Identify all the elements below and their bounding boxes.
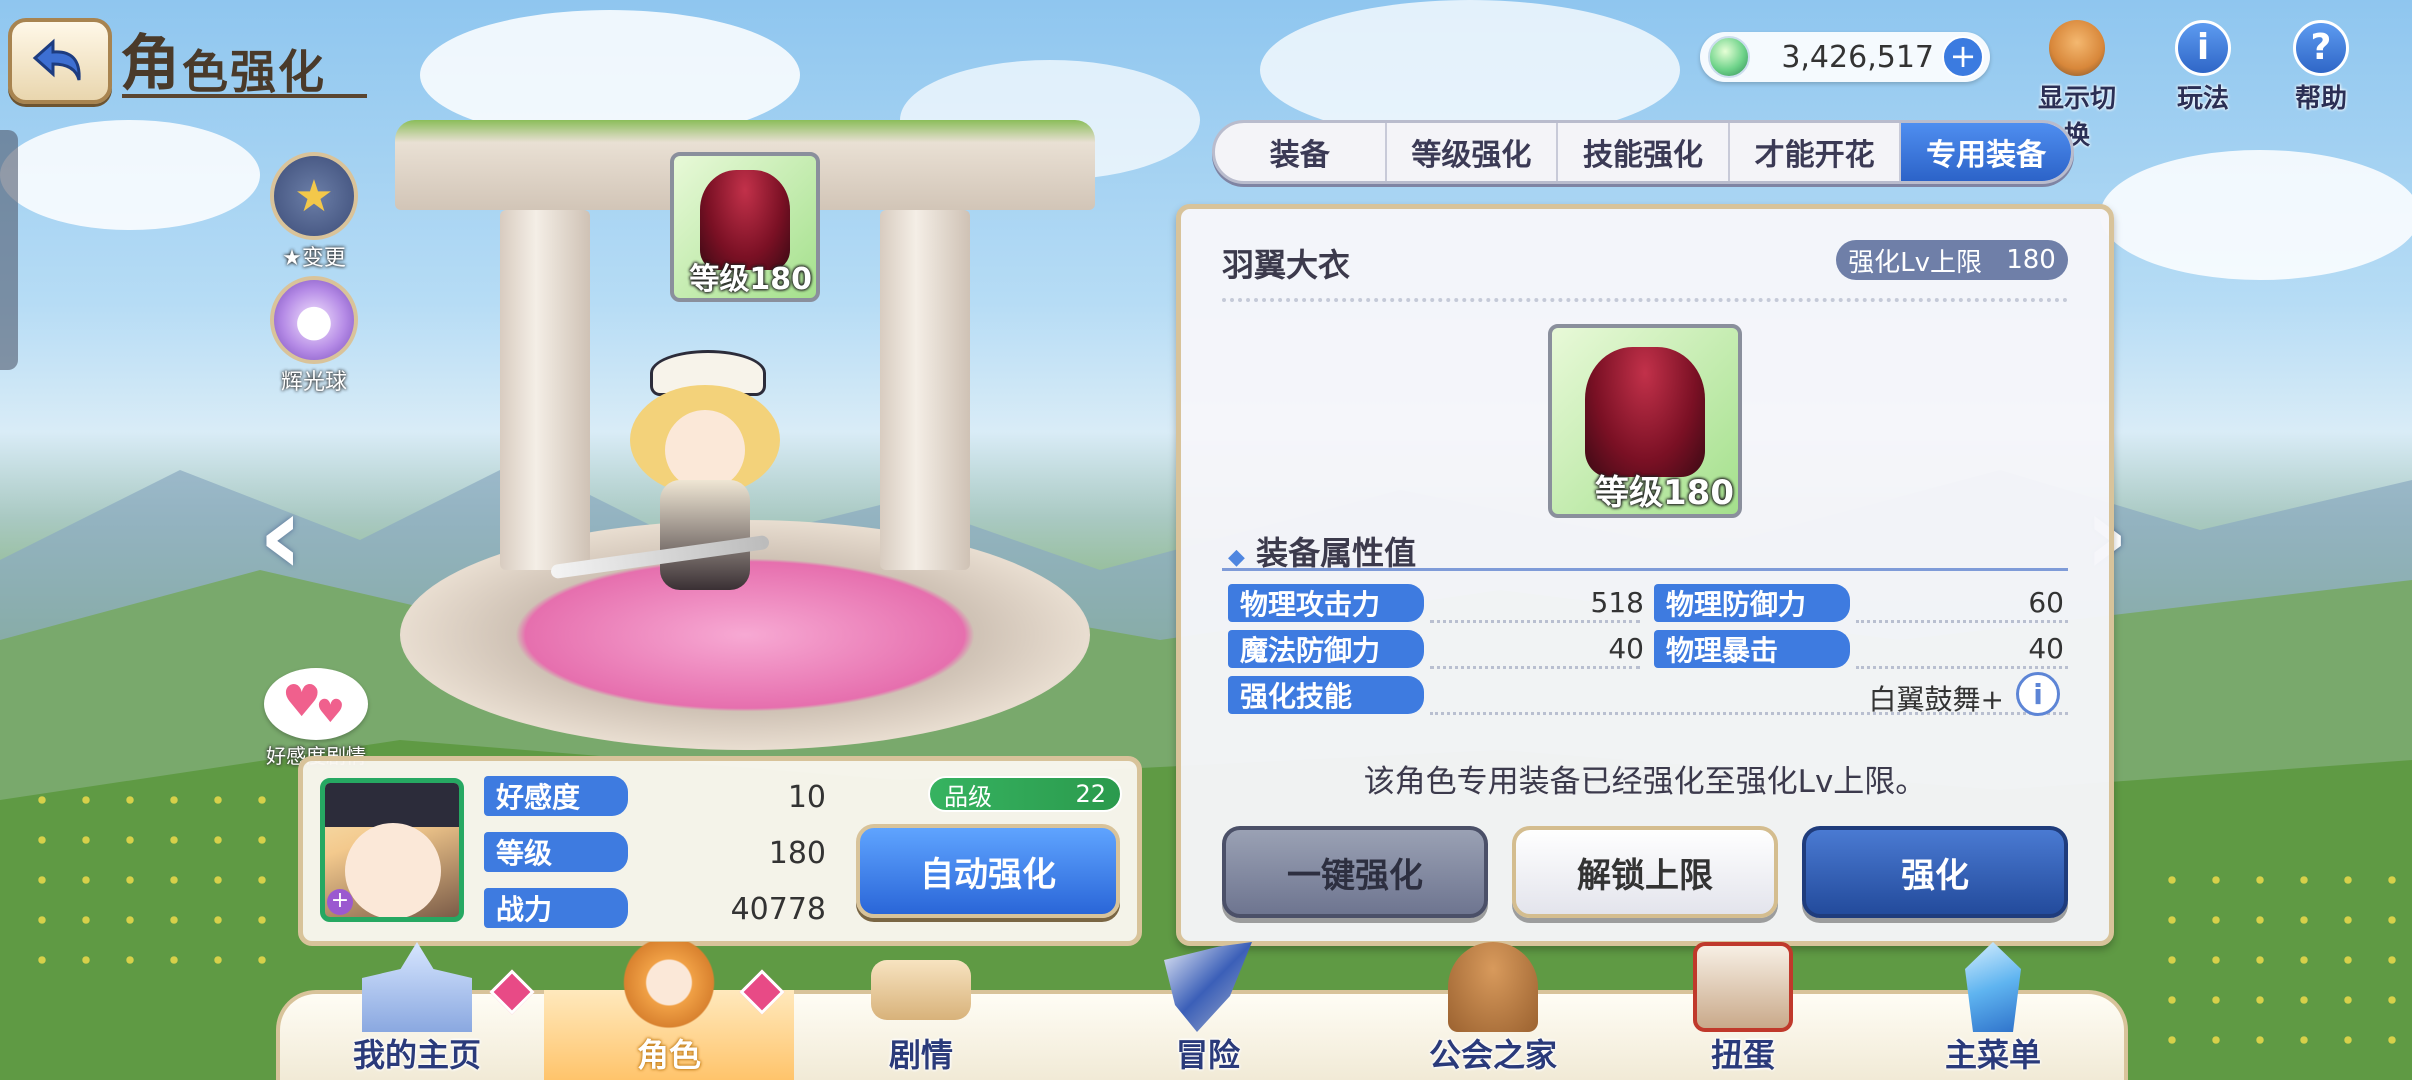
auto-enhance-button[interactable]: 自动强化 [856, 824, 1120, 918]
page-title-rest: 色强化 [182, 45, 326, 99]
level-label: 等级 [484, 832, 628, 872]
affinity-label: 好感度 [484, 776, 628, 816]
back-button[interactable] [8, 18, 112, 104]
power-value: 40778 [730, 892, 826, 927]
glow-orb-label: 辉光球 [280, 370, 347, 395]
stage-equipment-icon[interactable]: 等级180 [670, 152, 820, 302]
power-label: 战力 [484, 888, 628, 928]
scroll-icon [871, 960, 971, 1020]
star-change-button[interactable]: ★ ★变更 [254, 152, 374, 272]
stat-value-magic-defense: 40 [1608, 632, 1644, 665]
skill-info-button[interactable]: i [2016, 672, 2060, 716]
stat-label-physical-defense: 物理防御力 [1654, 584, 1850, 622]
info-icon: i [2175, 20, 2231, 76]
enhance-cap-value: 180 [2006, 245, 2056, 275]
character-sprite[interactable] [550, 330, 840, 620]
stat-dots [1856, 620, 2068, 623]
diamond-bullet-icon: ◆ [1228, 545, 1245, 570]
gacha-machine-icon [1693, 942, 1793, 1032]
title-underline [122, 94, 367, 98]
nav-adventure-label: 冒险 [1175, 1036, 1240, 1074]
help-button[interactable]: ? 帮助 [2276, 20, 2366, 115]
character-portrait[interactable]: + [320, 778, 464, 922]
section-divider [1222, 568, 2068, 571]
jewel-currency-bar: 3,426,517 + [1700, 32, 1990, 82]
jewel-icon [1708, 36, 1750, 78]
heart-bubble-icon: ♥ ♥ [264, 668, 368, 740]
tab-level-up[interactable]: 等级强化 [1387, 123, 1559, 181]
side-drawer-handle[interactable] [0, 130, 18, 370]
nav-story[interactable]: 剧情 [794, 960, 1048, 1080]
stat-label-physical-attack: 物理攻击力 [1228, 584, 1424, 622]
page-title: 角色强化 [120, 22, 326, 102]
add-jewel-button[interactable]: + [1942, 36, 1984, 78]
help-label: 帮助 [2294, 84, 2347, 114]
tab-equipment[interactable]: 装备 [1215, 123, 1387, 181]
stat-label-magic-defense: 魔法防御力 [1228, 630, 1424, 668]
level-value: 180 [768, 836, 826, 871]
stat-label-enhanced-skill: 强化技能 [1228, 676, 1424, 714]
level-up-badge-icon: + [327, 889, 353, 915]
enhance-cap-badge: 强化Lv上限 180 [1836, 240, 2068, 280]
tab-skill-up[interactable]: 技能强化 [1558, 123, 1730, 181]
enhance-cap-label: 强化Lv上限 [1848, 247, 1982, 278]
affinity-value: 10 [787, 780, 826, 815]
guild-door-icon [1448, 942, 1538, 1032]
character-chibi-icon [614, 942, 724, 1032]
glow-orb-button[interactable]: ● 辉光球 [254, 276, 374, 396]
nav-story-label: 剧情 [888, 1036, 953, 1074]
jewel-count: 3,426,517 [1781, 39, 1934, 75]
previous-character-arrow[interactable]: ‹ [258, 480, 303, 590]
stat-dots [1856, 666, 2068, 669]
grade-value: 22 [1075, 780, 1106, 808]
nav-character-label: 角色 [636, 1036, 701, 1074]
nav-gacha-label: 扭蛋 [1710, 1036, 1775, 1074]
back-arrow-icon [32, 38, 81, 81]
stat-label-physical-crit: 物理暴击 [1654, 630, 1850, 668]
enhanced-skill-name: 白翼鼓舞+ [1868, 683, 2004, 716]
tab-unique-equipment[interactable]: 专用装备 [1901, 123, 2071, 181]
star-change-label: ★变更 [282, 246, 346, 271]
nav-gacha[interactable]: 扭蛋 [1618, 942, 1868, 1080]
nav-main-menu[interactable]: 主菜单 [1868, 942, 2118, 1080]
nav-character[interactable]: 角色 [544, 942, 794, 1080]
stat-value-physical-defense: 60 [2028, 586, 2064, 619]
stage-equipment-level: 等级180 [689, 262, 812, 297]
stat-value-physical-crit: 40 [2028, 632, 2064, 665]
grade-badge: 品级 22 [928, 776, 1122, 812]
tab-talent-bloom[interactable]: 才能开花 [1730, 123, 1902, 181]
stat-dots [1430, 666, 1640, 669]
help-icon: ? [2293, 20, 2349, 76]
nav-guild-house-label: 公会之家 [1428, 1036, 1557, 1074]
page-title-first-char: 角 [120, 29, 182, 99]
stat-value-physical-attack: 518 [1590, 586, 1644, 619]
gameplay-button[interactable]: i 玩法 [2158, 20, 2248, 115]
star-change-icon: ★ [270, 152, 358, 240]
stage-pillar-right [880, 210, 970, 570]
unlock-limit-button[interactable]: 解锁上限 [1512, 826, 1778, 918]
nav-main-menu-label: 主菜单 [1944, 1036, 2041, 1074]
one-click-enhance-button[interactable]: 一键强化 [1222, 826, 1488, 918]
stat-dots [1430, 620, 1640, 623]
equipment-icon[interactable]: 等级180 [1548, 324, 1742, 518]
nav-my-home[interactable]: 我的主页 [290, 942, 544, 1080]
enhance-button[interactable]: 强化 [1802, 826, 2068, 918]
nav-guild-house[interactable]: 公会之家 [1368, 942, 1618, 1080]
equipment-stats-title-text: 装备属性值 [1256, 534, 1417, 572]
nav-adventure[interactable]: 冒险 [1048, 942, 1368, 1080]
equipment-name: 羽翼大衣 [1222, 246, 1351, 284]
equipment-level: 等级180 [1595, 473, 1734, 513]
max-level-message: 该角色专用装备已经强化至强化Lv上限。 [1363, 764, 1927, 800]
divider [1222, 298, 2068, 302]
affinity-story-button[interactable]: ♥ ♥ 好感度剧情 [264, 668, 368, 768]
nav-my-home-label: 我的主页 [352, 1036, 481, 1074]
enhancement-tabs: 装备 等级强化 技能强化 才能开花 专用装备 [1212, 120, 2074, 184]
gameplay-label: 玩法 [2176, 84, 2229, 114]
glow-orb-icon: ● [270, 276, 358, 364]
character-switch-icon [2049, 20, 2105, 76]
grade-label: 品级 [944, 782, 992, 811]
